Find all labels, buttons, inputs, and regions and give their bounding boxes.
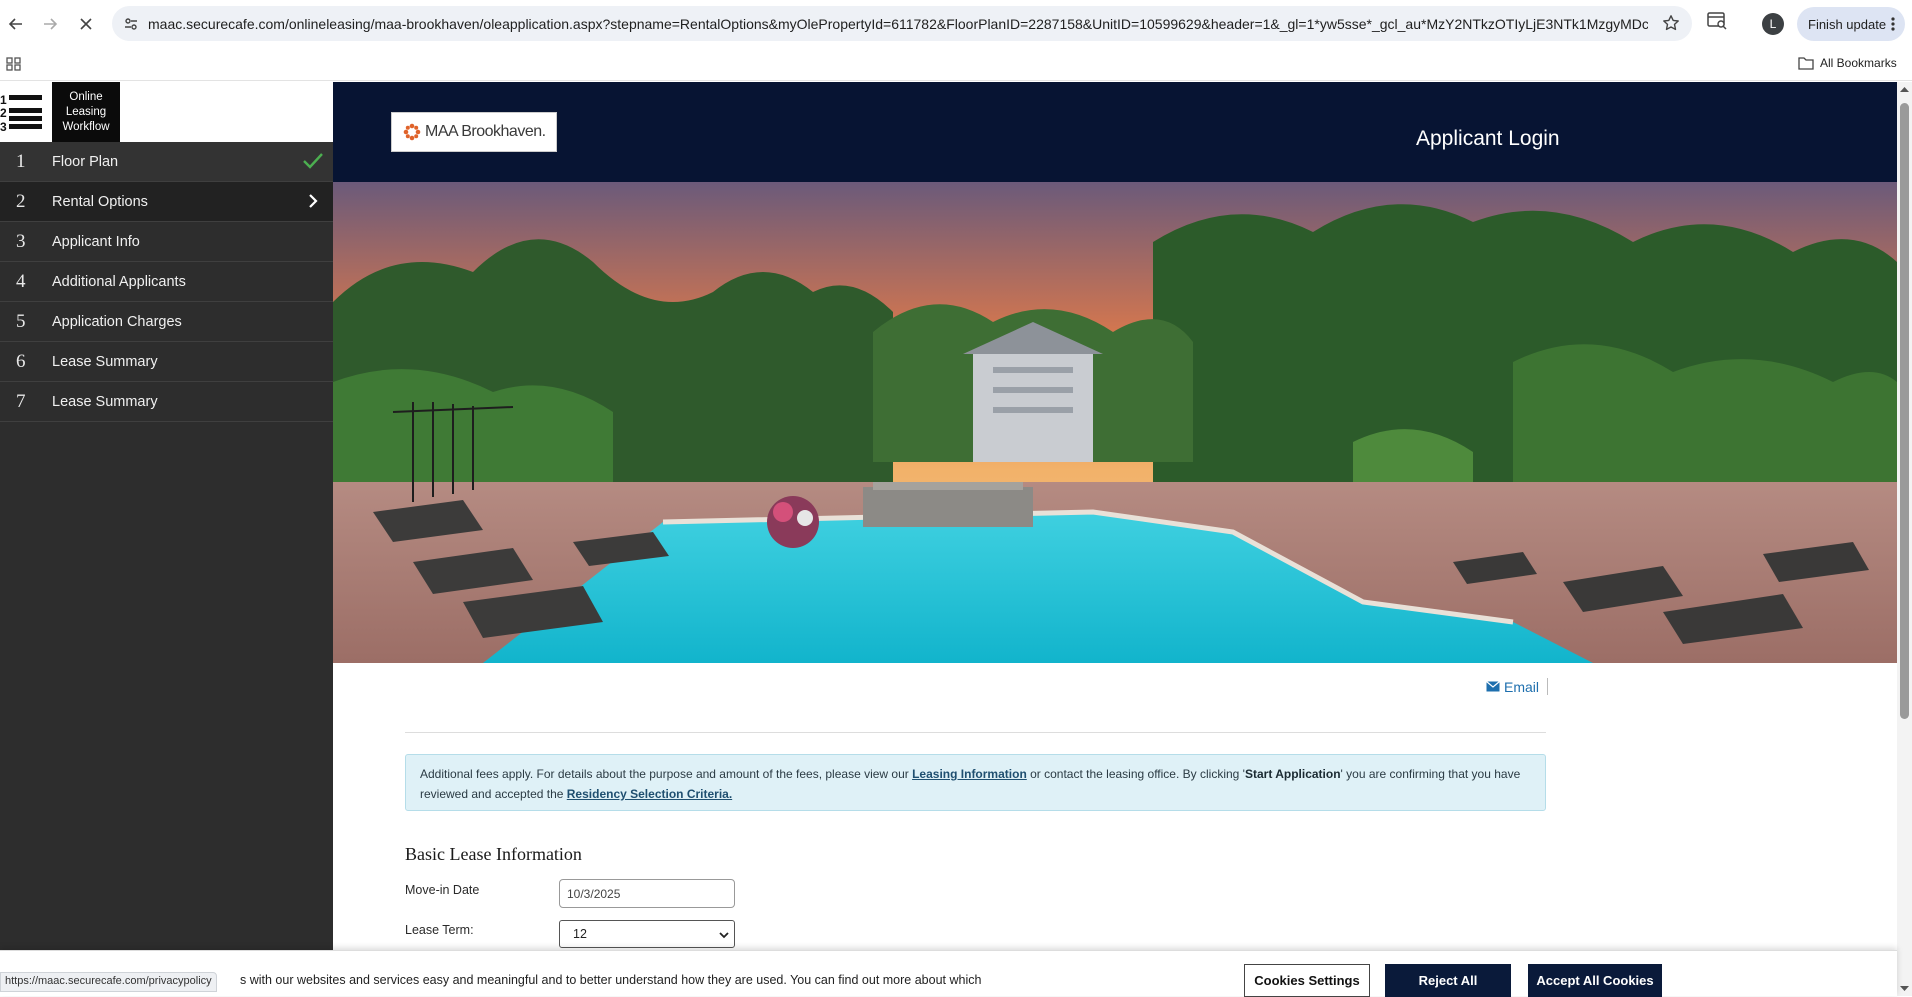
leasing-information-link[interactable]: Leasing Information	[912, 767, 1027, 781]
notice-text: or contact the leasing office. By clicki…	[1026, 767, 1245, 781]
sidebar-step-lease-summary[interactable]: 6 Lease Summary	[0, 342, 333, 382]
workflow-sidebar: 1 2 3 Online Leasing Workflow 1 Floor Pl…	[0, 82, 333, 996]
step-number: 5	[16, 310, 26, 332]
step-number: 2	[16, 190, 26, 212]
apps-button[interactable]	[6, 56, 22, 72]
notice-bold: Start Application	[1244, 767, 1341, 781]
email-link[interactable]: Email	[1486, 678, 1549, 695]
checkmark-icon	[303, 153, 323, 169]
move-in-date-label: Move-in Date	[405, 883, 480, 897]
hero-pool-image	[333, 182, 1897, 663]
svg-text:2: 2	[0, 106, 7, 120]
cookie-text: s with our websites and services easy an…	[240, 973, 982, 987]
workflow-menu-icon[interactable]: 1 2 3	[0, 92, 44, 137]
tab-search-button[interactable]	[1706, 9, 1728, 31]
folder-icon	[1798, 57, 1814, 70]
step-label: Application Charges	[52, 313, 182, 330]
back-arrow-icon	[8, 18, 22, 30]
content-divider	[405, 732, 1546, 733]
notice-text: Additional fees apply. For details about…	[420, 767, 913, 781]
star-icon	[1663, 15, 1679, 31]
cookies-settings-button[interactable]: Cookies Settings	[1244, 964, 1370, 997]
all-bookmarks-button[interactable]: All Bookmarks	[1798, 56, 1897, 70]
site-info-button[interactable]	[114, 6, 148, 41]
maa-logo-icon	[403, 123, 421, 141]
residency-selection-criteria-link[interactable]: Residency Selection Criteria.	[567, 787, 732, 801]
status-bar-url: https://maac.securecafe.com/privacypolic…	[0, 972, 217, 992]
scroll-down-icon[interactable]	[1897, 983, 1912, 993]
bookmark-star-button[interactable]	[1662, 14, 1680, 32]
finish-update-button[interactable]: Finish update	[1797, 7, 1905, 41]
sidebar-step-additional-applicants[interactable]: 4 Additional Applicants	[0, 262, 333, 302]
bookmarks-bar: All Bookmarks	[0, 47, 1912, 81]
browser-toolbar: maac.securecafe.com/onlineleasing/maa-br…	[0, 0, 1912, 47]
step-number: 7	[16, 390, 26, 412]
step-number: 4	[16, 270, 26, 292]
svg-text:1: 1	[0, 93, 7, 107]
stop-loading-button[interactable]	[70, 8, 102, 40]
applicant-login-link[interactable]: Applicant Login	[1416, 127, 1560, 151]
section-title: Basic Lease Information	[405, 844, 582, 864]
sidebar-step-lease-summary-2[interactable]: 7 Lease Summary	[0, 382, 333, 422]
accept-all-cookies-button[interactable]: Accept All Cookies	[1528, 964, 1662, 997]
forward-button[interactable]	[34, 8, 66, 40]
url-text[interactable]: maac.securecafe.com/onlineleasing/maa-br…	[148, 16, 1648, 32]
step-label: Rental Options	[52, 193, 148, 210]
lease-term-value: 12	[573, 927, 587, 941]
lease-term-select[interactable]: 12	[559, 920, 735, 948]
step-label: Lease Summary	[52, 353, 158, 370]
cookie-banner: s with our websites and services easy an…	[0, 950, 1897, 997]
step-number: 6	[16, 350, 26, 372]
fees-notice: Additional fees apply. For details about…	[405, 754, 1546, 811]
apps-grid-icon	[6, 57, 21, 71]
sidebar-header: 1 2 3 Online Leasing Workflow	[0, 82, 333, 142]
all-bookmarks-label: All Bookmarks	[1820, 56, 1897, 70]
property-logo[interactable]: MAA Brookhaven.	[391, 112, 557, 152]
move-in-date-input[interactable]: 10/3/2025	[559, 879, 735, 908]
step-label: Floor Plan	[52, 153, 119, 170]
reject-all-button[interactable]: Reject All	[1385, 964, 1511, 997]
email-label: Email	[1504, 678, 1540, 695]
chevron-right-icon	[309, 194, 318, 208]
logo-text: MAA Brookhaven.	[425, 123, 546, 140]
address-bar[interactable]: maac.securecafe.com/onlineleasing/maa-br…	[112, 6, 1692, 41]
scrollbar-thumb[interactable]	[1900, 103, 1909, 719]
svg-text:3: 3	[0, 120, 7, 134]
scroll-up-icon[interactable]	[1897, 85, 1912, 95]
tune-icon	[125, 17, 137, 30]
forward-arrow-icon	[44, 18, 58, 30]
back-button[interactable]	[0, 8, 32, 40]
close-icon	[80, 18, 92, 30]
step-number: 3	[16, 230, 26, 252]
page-scrollbar[interactable]	[1897, 82, 1912, 996]
site-header: MAA Brookhaven. Applicant Login	[333, 82, 1897, 182]
step-label: Lease Summary	[52, 393, 158, 410]
chevron-down-icon	[719, 932, 729, 939]
envelope-icon	[1486, 681, 1500, 692]
finish-update-label: Finish update	[1808, 16, 1887, 32]
separator	[1547, 678, 1549, 695]
sidebar-step-application-charges[interactable]: 5 Application Charges	[0, 302, 333, 342]
more-vert-icon	[1891, 17, 1895, 31]
sidebar-step-floor-plan[interactable]: 1 Floor Plan	[0, 142, 333, 182]
step-number: 1	[16, 150, 26, 172]
profile-avatar[interactable]: L	[1762, 13, 1784, 35]
step-label: Applicant Info	[52, 233, 140, 250]
tab-search-icon	[1707, 12, 1727, 30]
lease-term-label: Lease Term:	[405, 923, 474, 937]
sidebar-step-rental-options[interactable]: 2 Rental Options	[0, 182, 333, 222]
sidebar-step-applicant-info[interactable]: 3 Applicant Info	[0, 222, 333, 262]
main-content: MAA Brookhaven. Applicant Login Email Ad…	[333, 82, 1897, 996]
workflow-label: Online Leasing Workflow	[52, 82, 120, 142]
step-label: Additional Applicants	[52, 273, 186, 290]
